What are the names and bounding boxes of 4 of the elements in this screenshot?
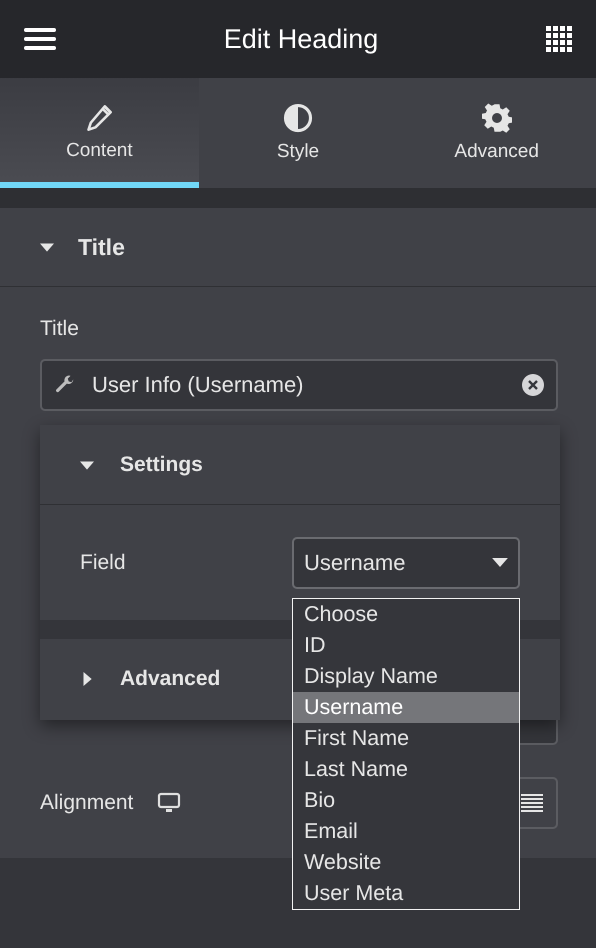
field-label: Field bbox=[80, 550, 126, 574]
field-label: Title bbox=[40, 317, 80, 341]
panel-title: Edit Heading bbox=[224, 24, 378, 54]
field-label: Alignment bbox=[40, 791, 134, 815]
